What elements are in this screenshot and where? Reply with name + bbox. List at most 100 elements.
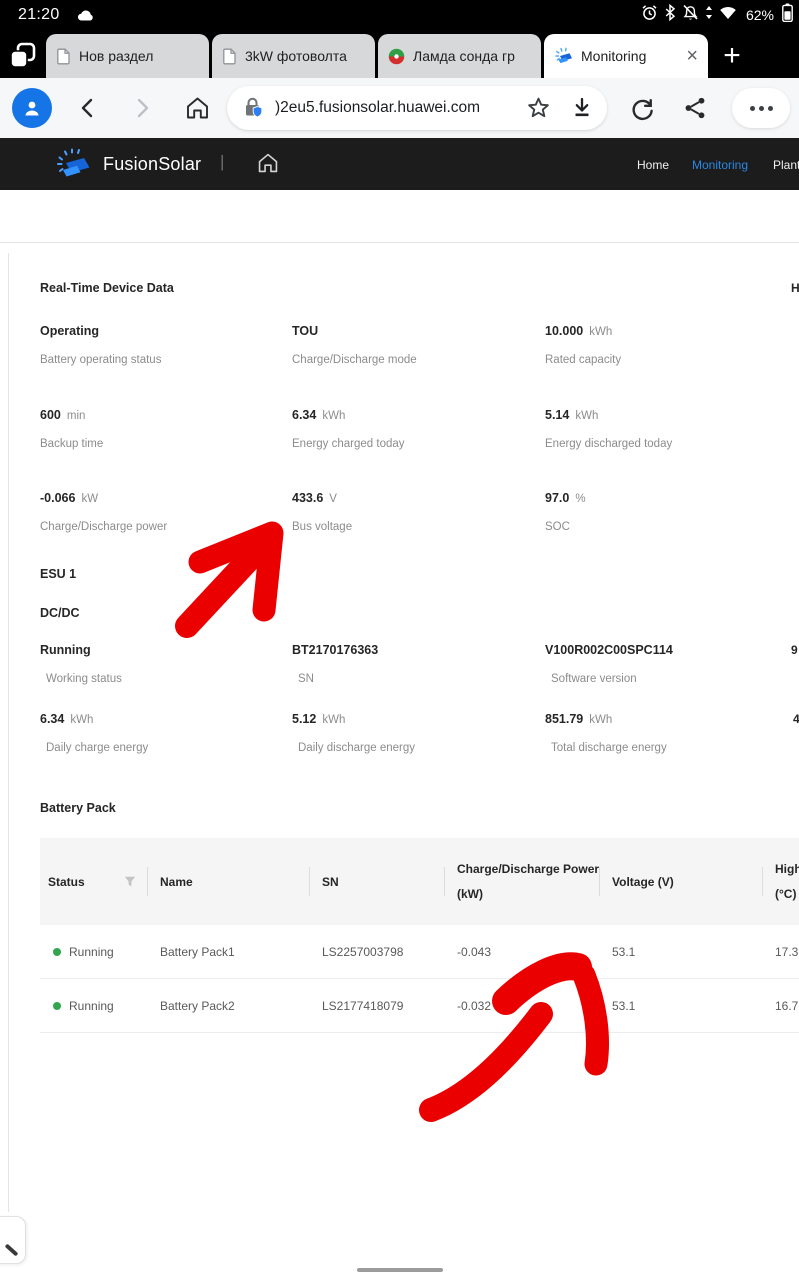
stat-soc: 97.0% SOC <box>545 491 791 533</box>
home-button[interactable] <box>184 95 211 121</box>
stat-daily-discharge: 5.12 kWh Daily discharge energy <box>292 712 538 754</box>
tab-new-section[interactable]: Нов раздел <box>46 34 209 78</box>
section-title-realtime: Real-Time Device Data <box>40 281 174 295</box>
secure-lock-icon[interactable] <box>240 95 266 121</box>
column-label: Status <box>48 875 85 889</box>
home-gesture-bar[interactable] <box>357 1268 443 1272</box>
stat-value: 5.12 <box>292 712 316 726</box>
stat-value: Running <box>40 643 91 657</box>
new-tab-button[interactable]: + <box>711 34 753 78</box>
nav-item-home[interactable]: Home <box>637 158 669 172</box>
status-dot-green <box>53 948 61 956</box>
table-row[interactable]: Running Battery Pack1 LS2257003798 -0.04… <box>40 925 799 979</box>
cutoff-value-partial: 4 <box>793 712 799 726</box>
column-header-status: Status <box>40 838 148 925</box>
tab-3kw-photovoltaic[interactable]: 3kW фотоволта <box>212 34 375 78</box>
stat-bus-voltage: 433.6V Bus voltage <box>292 491 538 533</box>
forward-button[interactable] <box>130 96 154 120</box>
document-icon <box>56 48 71 65</box>
nav-item-plants[interactable]: Plant <box>773 158 799 172</box>
url-bar[interactable]: )2eu5.fusionsolar.huawei.com <box>227 86 607 130</box>
fusionsolar-header: FusionSolar | Home Monitoring Plant <box>0 138 799 190</box>
card-border <box>8 253 9 1212</box>
section-title-battery-pack: Battery Pack <box>40 801 116 815</box>
filter-icon[interactable] <box>124 876 136 887</box>
stat-charge-mode: TOU Charge/Discharge mode <box>292 324 538 366</box>
stat-value: 97.0 <box>545 491 569 505</box>
tab-switcher-icon[interactable] <box>0 34 46 78</box>
historical-data-link-partial[interactable]: H <box>791 281 799 295</box>
column-label-unit: (kW) <box>457 887 600 901</box>
stat-unit: % <box>575 493 585 505</box>
cell-sn: LS2257003798 <box>310 945 445 959</box>
column-label: Highe <box>775 862 799 876</box>
clock-text: 21:20 <box>18 6 60 24</box>
stat-energy-charged: 6.34kWh Energy charged today <box>292 408 538 450</box>
cell-voltage: 53.1 <box>600 999 763 1013</box>
table-row[interactable]: Running Battery Pack2 LS2177418079 -0.03… <box>40 979 799 1033</box>
curl-mark <box>5 1243 19 1256</box>
refresh-icon[interactable] <box>628 95 655 122</box>
arrow-shaft <box>187 552 256 626</box>
fusionsolar-favicon <box>554 47 573 65</box>
menu-dot <box>759 106 764 111</box>
battery-icon <box>782 3 793 27</box>
stat-value: 433.6 <box>292 491 323 505</box>
android-status-bar: 21:20 <box>0 0 799 30</box>
stat-energy-discharged: 5.14kWh Energy discharged today <box>545 408 791 450</box>
cell-temperature: 16.7 <box>763 999 799 1013</box>
back-button[interactable] <box>76 96 100 120</box>
stat-value: -0.066 <box>40 491 75 505</box>
page-curl-handle[interactable] <box>0 1216 26 1264</box>
cell-temperature: 17.3 <box>763 945 799 959</box>
stat-sn: BT2170176363 SN <box>292 643 538 685</box>
url-text[interactable]: )2eu5.fusionsolar.huawei.com <box>275 99 525 117</box>
menu-dot <box>768 106 773 111</box>
stat-charge-power: -0.066kW Charge/Discharge power <box>40 491 286 533</box>
stat-software-version: V100R002C00SPC114 Software version <box>545 643 791 685</box>
column-header-power: Charge/Discharge Power (kW) <box>445 838 600 925</box>
tab-label: Monitoring <box>581 48 674 64</box>
stat-value: 6.34 <box>40 712 64 726</box>
column-label: Charge/Discharge Power <box>457 862 600 876</box>
share-icon[interactable] <box>682 95 708 121</box>
site-favicon <box>388 48 405 65</box>
column-header-voltage: Voltage (V) <box>600 838 763 925</box>
stat-label: Software version <box>545 673 791 685</box>
bookmark-star-icon[interactable] <box>525 95 552 122</box>
cell-power: -0.032 <box>445 999 600 1013</box>
data-arrows-icon <box>705 5 713 25</box>
stat-unit: kWh <box>589 326 612 338</box>
profile-avatar[interactable] <box>12 88 52 128</box>
page-divider <box>0 242 799 243</box>
cell-power: -0.043 <box>445 945 600 959</box>
stat-unit: min <box>67 410 86 422</box>
download-icon[interactable] <box>570 96 594 120</box>
cell-status: Running <box>40 945 148 959</box>
stat-label: SOC <box>545 521 791 533</box>
section-title-esu: ESU 1 <box>40 567 76 581</box>
stat-working-status: Running Working status <box>40 643 286 685</box>
stat-label: Daily discharge energy <box>292 742 538 754</box>
stat-label: Total discharge energy <box>545 742 791 754</box>
stat-label: Rated capacity <box>545 354 791 366</box>
stat-unit: V <box>329 493 337 505</box>
browser-tab-strip: Нов раздел 3kW фотоволта Ламда сонда гр <box>0 30 799 78</box>
overflow-menu-button[interactable] <box>732 88 790 128</box>
tab-lambda-sonda[interactable]: Ламда сонда гр <box>378 34 541 78</box>
tab-monitoring-active[interactable]: Monitoring × <box>544 34 708 78</box>
stat-daily-charge: 6.34kWh Daily charge energy <box>40 712 286 754</box>
column-header-temperature: Highe (°C) <box>763 838 799 925</box>
stat-unit: kWh <box>322 714 345 726</box>
stat-value: BT2170176363 <box>292 643 378 657</box>
status-text: Running <box>69 945 114 959</box>
stat-value: 600 <box>40 408 61 422</box>
tab-label: Нов раздел <box>79 48 199 64</box>
status-text: Running <box>69 999 114 1013</box>
weather-cloud-icon <box>76 7 96 23</box>
arrow-head <box>200 533 272 610</box>
nav-item-monitoring[interactable]: Monitoring <box>692 158 748 172</box>
notifications-off-icon <box>682 4 699 26</box>
stat-unit: kWh <box>70 714 93 726</box>
close-tab-icon[interactable]: × <box>686 46 698 66</box>
